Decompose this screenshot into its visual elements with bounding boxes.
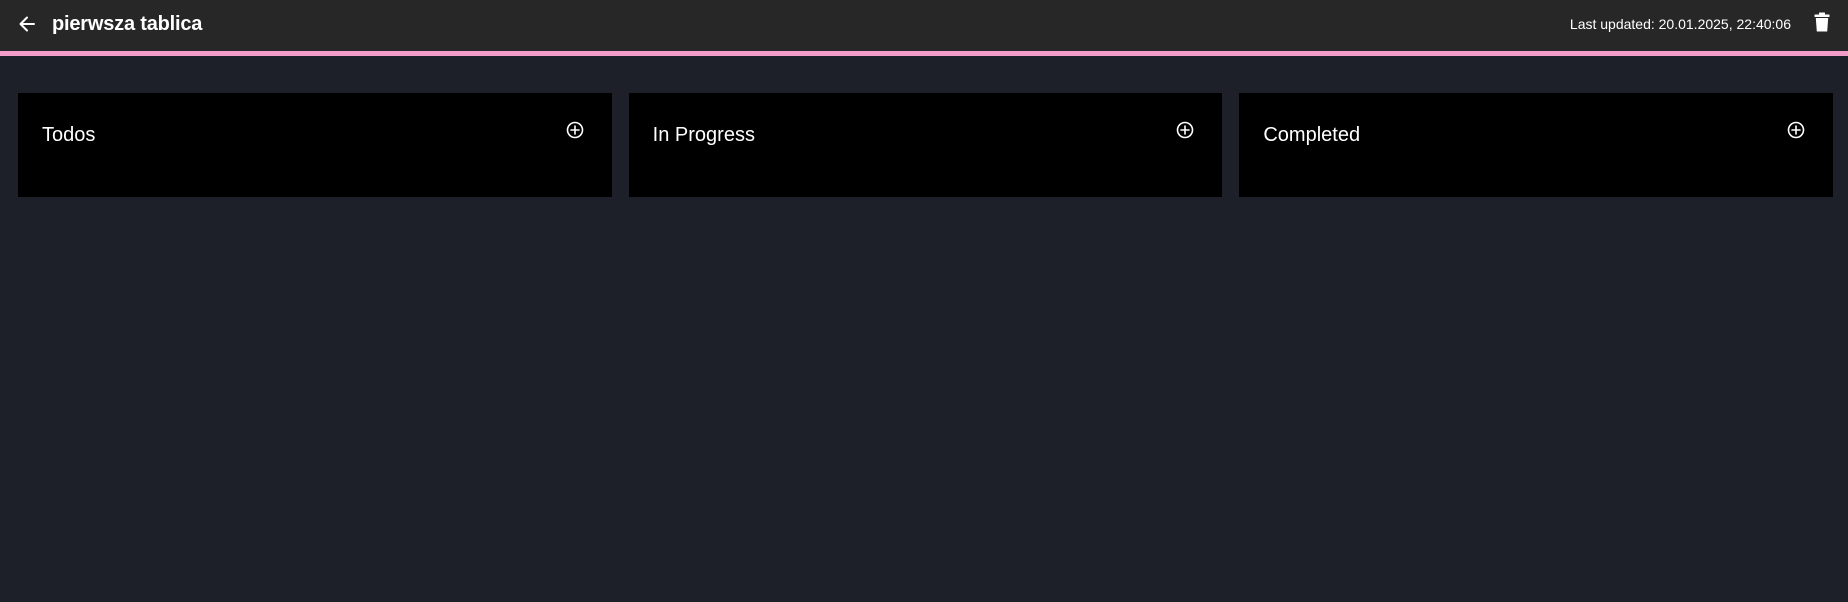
add-task-button[interactable] [1176,121,1194,144]
plus-circle-icon [1787,121,1805,144]
trash-icon [1814,12,1830,37]
back-button[interactable] [14,13,40,39]
delete-board-button[interactable] [1811,12,1833,36]
column-title: Completed [1263,124,1361,146]
top-bar: pierwsza tablica Last updated: 20.01.202… [0,0,1848,56]
plus-circle-icon [566,121,584,144]
column-title: Todos [42,124,96,146]
column-completed: Completed [1239,93,1834,197]
plus-circle-icon [1176,121,1194,144]
column-in-progress: In Progress [628,93,1223,197]
last-updated-text: Last updated: 20.01.2025, 22:40:06 [1569,16,1791,32]
column-title: In Progress [652,124,755,146]
arrow-left-icon [17,14,37,39]
board-title: pierwsza tablica [52,13,203,35]
add-task-button[interactable] [566,121,584,144]
board-columns: Todos In Progress Completed [18,93,1834,197]
column-todos: Todos [18,93,612,197]
add-task-button[interactable] [1787,121,1805,144]
